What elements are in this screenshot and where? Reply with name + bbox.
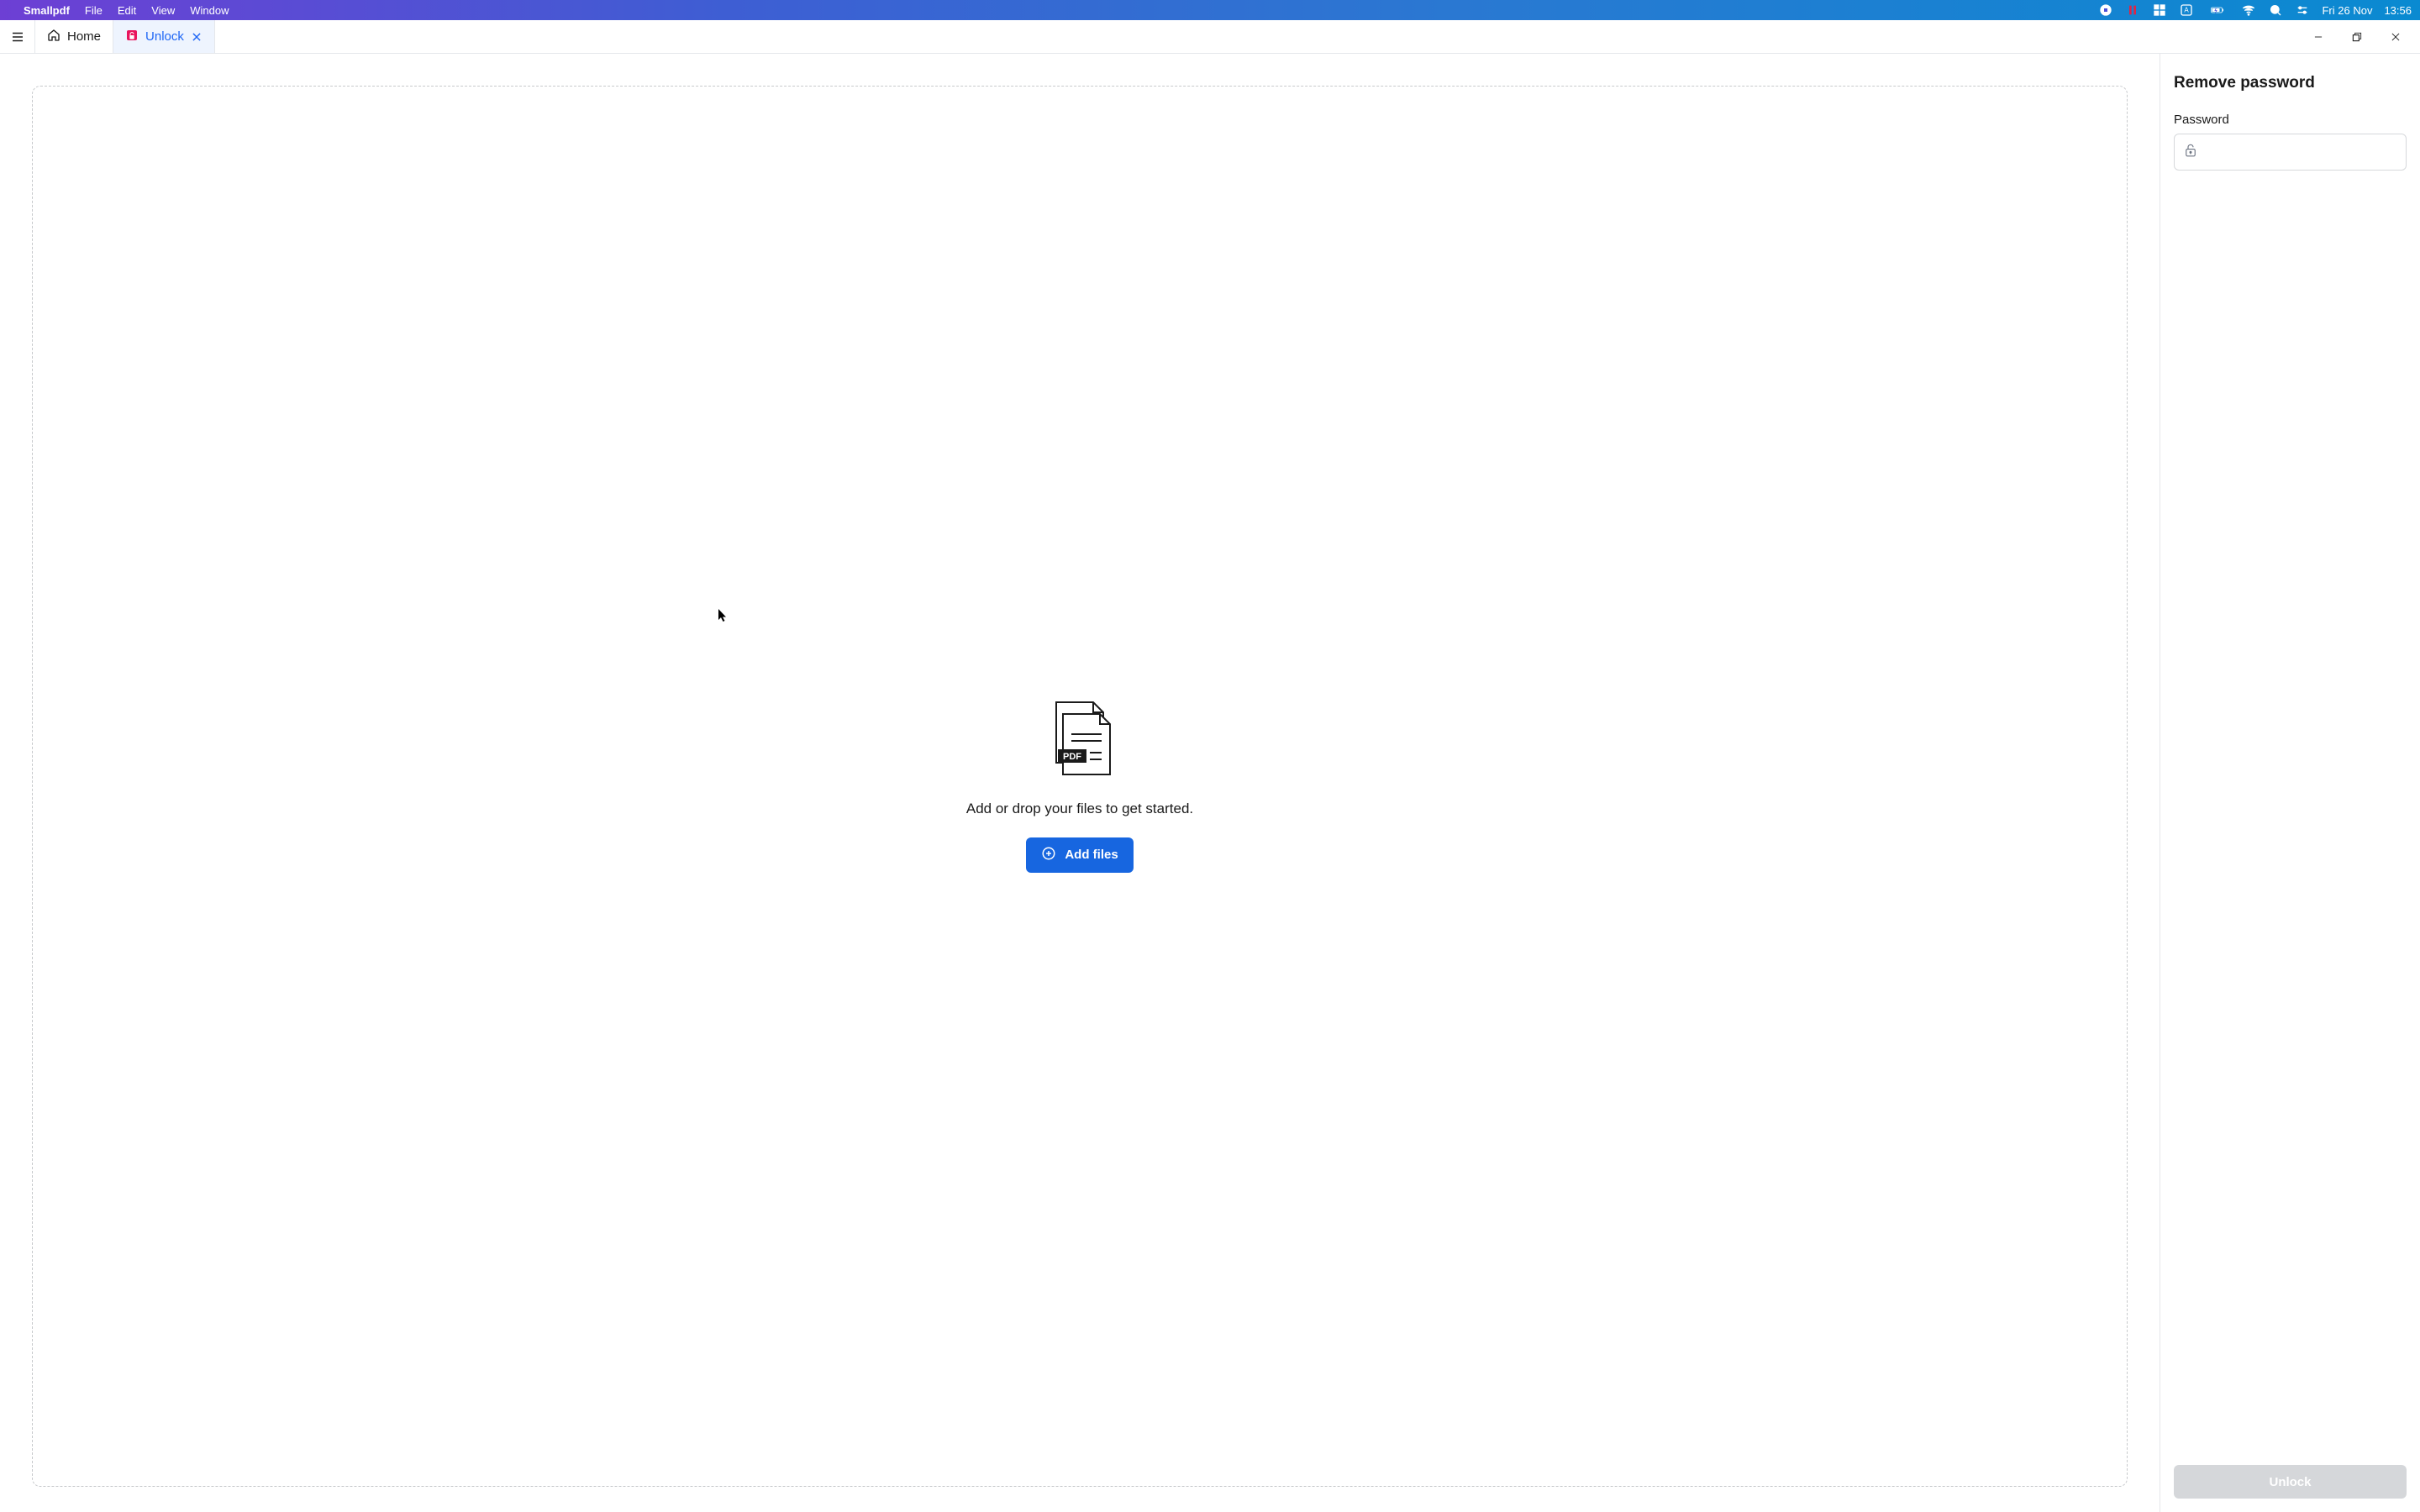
tab-home-label: Home	[67, 29, 101, 44]
app-toolbar: Home Unlock	[0, 20, 2420, 54]
lock-icon	[2183, 143, 2198, 162]
battery-icon[interactable]	[2206, 3, 2229, 18]
menu-view[interactable]: View	[151, 4, 175, 17]
menubar-date[interactable]: Fri 26 Nov	[2322, 4, 2372, 17]
svg-text:A: A	[2185, 7, 2190, 14]
unlock-icon	[125, 29, 139, 45]
pdf-stack-icon: PDF	[1046, 701, 1113, 780]
menubar-time[interactable]: 13:56	[2384, 4, 2412, 17]
add-files-label: Add files	[1065, 848, 1118, 862]
search-icon[interactable]	[2268, 3, 2283, 18]
app-name[interactable]: Smallpdf	[24, 4, 70, 17]
password-input[interactable]	[2198, 134, 2397, 170]
tab-home[interactable]: Home	[35, 20, 113, 53]
hamburger-menu[interactable]	[0, 20, 35, 53]
tab-unlock[interactable]: Unlock	[113, 20, 215, 53]
tab-unlock-label: Unlock	[145, 29, 184, 44]
unlock-button[interactable]: Unlock	[2174, 1465, 2407, 1499]
menu-window[interactable]: Window	[190, 4, 229, 17]
tab-close-button[interactable]	[191, 31, 203, 43]
menu-file[interactable]: File	[85, 4, 103, 17]
pause-icon[interactable]	[2125, 3, 2140, 18]
input-icon[interactable]: A	[2179, 3, 2194, 18]
password-field-label: Password	[2174, 113, 2407, 127]
plus-circle-icon	[1041, 846, 1056, 864]
wifi-icon[interactable]	[2241, 3, 2256, 18]
grid-icon[interactable]	[2152, 3, 2167, 18]
panel-title: Remove password	[2174, 74, 2407, 92]
password-input-container[interactable]	[2174, 134, 2407, 171]
window-close-button[interactable]	[2380, 21, 2412, 53]
right-pane: Remove password Password Unlock	[2160, 54, 2420, 1512]
add-files-button[interactable]: Add files	[1026, 837, 1133, 873]
home-icon	[47, 29, 60, 45]
menu-edit[interactable]: Edit	[118, 4, 136, 17]
svg-text:PDF: PDF	[1063, 752, 1081, 762]
record-icon[interactable]	[2098, 3, 2113, 18]
drop-zone-prompt: Add or drop your files to get started.	[966, 801, 1193, 817]
control-center-icon[interactable]	[2295, 3, 2310, 18]
window-maximize-button[interactable]	[2341, 21, 2373, 53]
window-controls	[2302, 20, 2420, 53]
tab-group: Home Unlock	[35, 20, 215, 53]
app-body: PDF Add or drop your files to get starte…	[0, 54, 2420, 1512]
left-pane: PDF Add or drop your files to get starte…	[0, 54, 2160, 1512]
macos-menubar: Smallpdf File Edit View Window A Fri 26	[0, 0, 2420, 20]
file-drop-zone[interactable]: PDF Add or drop your files to get starte…	[32, 86, 2128, 1487]
window-minimize-button[interactable]	[2302, 21, 2334, 53]
